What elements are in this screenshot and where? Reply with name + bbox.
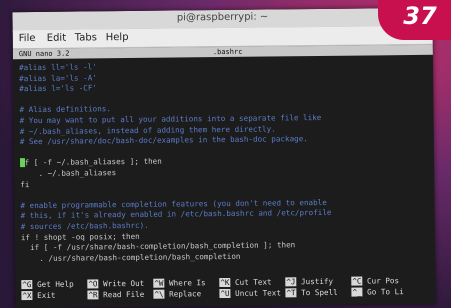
shortcut-label: To Spell (296, 287, 338, 298)
shortcut-where-is[interactable]: ^W Where Is (153, 278, 206, 288)
shortcut-uncut-text[interactable]: ^U Uncut Text (219, 288, 281, 299)
shortcut-label: Read File (98, 289, 145, 300)
shortcut-label: Write Out (98, 278, 145, 289)
editor-line: . /usr/share/bash-completion/bash_comple… (20, 251, 241, 263)
editor-line: if [ -f /usr/share/bash-completion/bash_… (20, 240, 296, 253)
editor-line: # this, if it's already enabled in /etc/… (20, 208, 332, 221)
shortcut-key: ^U (219, 288, 231, 299)
editor-line: # See /usr/share/doc/bash-doc/examples i… (19, 134, 308, 147)
shortcut-key: ^C (351, 276, 363, 286)
shortcut-exit[interactable]: ^X Exit (21, 290, 56, 301)
page-number: 37 (403, 2, 437, 30)
shortcut-key: ^T (285, 288, 297, 298)
shortcut-key: ^G (21, 280, 33, 290)
editor-line: if ! shopt -oq posix; then (20, 231, 140, 242)
shortcut-label: Cut Text (230, 277, 272, 287)
editor-line: #alias l='ls -CF' (19, 83, 98, 94)
menu-edit[interactable]: Edit (47, 33, 66, 44)
menu-tabs[interactable]: Tabs (75, 32, 97, 43)
editor-line: fi (20, 179, 30, 189)
nano-filename: .bashrc (212, 47, 243, 57)
shortcut-read-file[interactable]: ^R Read File (87, 290, 144, 300)
shortcut-go-to-li[interactable]: ^_ Go To Li (351, 287, 404, 297)
shortcut-key: ^X (21, 291, 33, 301)
shortcut-label: Justify (296, 276, 334, 287)
shortcut-to-spell[interactable]: ^T To Spell (285, 287, 338, 298)
menu-help[interactable]: Help (106, 32, 129, 43)
terminal-window: pi@raspberrypi: ~ File Edit Tabs Help GN… (12, 7, 436, 308)
shortcut-justify[interactable]: ^J Justify (285, 276, 334, 287)
editor-line: . ~/.bash_aliases (20, 168, 117, 179)
editor-line: # sources /etc/bash.bashrc). (20, 220, 149, 232)
shortcut-label: Where Is (164, 278, 206, 288)
shortcut-get-help[interactable]: ^G Get Help (21, 279, 74, 290)
shortcut-key: ^\ (153, 289, 165, 299)
shortcut-label: Get Help (32, 279, 74, 290)
editor-line: #alias la='ls -A' (19, 72, 97, 83)
editor-line: # You may want to put all your additions… (19, 112, 322, 126)
shortcut-label: Exit (32, 290, 56, 301)
nano-shortcut-bar: ^G Get Help ^O Write Out ^W Where Is ^K Cut… (15, 273, 436, 308)
shortcut-key: ^_ (351, 287, 363, 297)
shortcut-cur-pos[interactable]: ^C Cur Pos (351, 276, 400, 286)
menu-file[interactable]: File (19, 33, 36, 44)
shortcut-key: ^O (87, 279, 99, 289)
nano-version: GNU nano 3.2 (18, 49, 70, 59)
editor-line: #alias ll='ls -l' (18, 62, 97, 73)
shortcut-label: Go To Li (362, 287, 404, 297)
shortcut-key: ^R (87, 290, 99, 300)
shortcut-label: Uncut Text (230, 288, 281, 298)
window-title: pi@raspberrypi: ~ (176, 11, 269, 24)
shortcut-key: ^K (219, 277, 231, 288)
shortcut-replace[interactable]: ^\ Replace (153, 289, 202, 299)
shortcut-key: ^W (153, 278, 165, 288)
editor-text-area[interactable]: #alias ll='ls -l' #alias la='ls -A' #alias… (13, 60, 435, 278)
shortcut-write-out[interactable]: ^O Write Out (87, 279, 144, 289)
editor-line: # Alias definitions. (19, 104, 111, 115)
shortcut-cut-text[interactable]: ^K Cut Text (219, 277, 272, 288)
shortcut-key: ^J (285, 277, 297, 287)
shortcut-label: Cur Pos (362, 276, 400, 286)
shortcut-label: Replace (164, 289, 202, 299)
editor-line: if [ -f ~/.bash_aliases ]; then (19, 157, 162, 168)
